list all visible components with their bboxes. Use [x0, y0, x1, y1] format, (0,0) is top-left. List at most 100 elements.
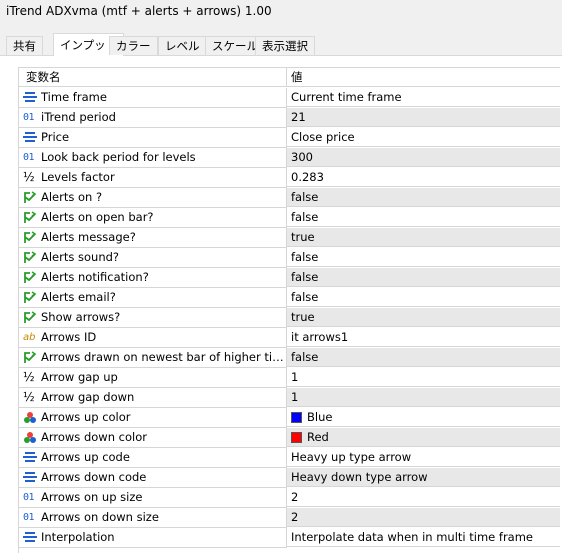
- bool-icon: [23, 271, 37, 284]
- parameter-value: Red: [307, 430, 329, 444]
- parameter-name-cell[interactable]: Arrows up code: [19, 448, 287, 468]
- int-icon: 01: [23, 492, 35, 503]
- parameter-name-cell[interactable]: Alerts notification?: [19, 268, 287, 288]
- tab-visualization[interactable]: 表示選択: [255, 36, 315, 55]
- parameter-name-cell[interactable]: Alerts sound?: [19, 248, 287, 268]
- grid-row[interactable]: Price Close price: [19, 128, 560, 148]
- parameter-value-cell[interactable]: 21: [287, 108, 560, 127]
- parameter-value-cell[interactable]: false: [287, 348, 560, 367]
- parameter-value-cell[interactable]: Close price: [287, 128, 560, 147]
- parameter-value-cell[interactable]: 300: [287, 148, 560, 167]
- color-icon: [23, 431, 37, 444]
- parameter-value-cell[interactable]: 0.283: [287, 168, 560, 187]
- grid-row[interactable]: 01 Arrows on up size 2: [19, 488, 560, 508]
- grid-row[interactable]: ½ Arrow gap down 1: [19, 388, 560, 408]
- parameter-name-cell[interactable]: Alerts message?: [19, 228, 287, 248]
- parameter-value-cell[interactable]: false: [287, 248, 560, 267]
- parameter-name-cell[interactable]: Price: [19, 128, 287, 148]
- tab-levels[interactable]: レベル: [158, 36, 207, 55]
- bool-icon: [23, 291, 37, 304]
- grid-row[interactable]: Alerts sound? false: [19, 248, 560, 268]
- parameter-name-cell[interactable]: Alerts email?: [19, 288, 287, 308]
- parameter-name: Price: [41, 130, 70, 144]
- grid-row[interactable]: Alerts notification? false: [19, 268, 560, 288]
- parameter-value-cell[interactable]: Blue: [287, 408, 560, 427]
- parameter-name: Arrow gap down: [41, 390, 135, 404]
- parameter-name-cell[interactable]: Arrows up color: [19, 408, 287, 428]
- parameter-name-cell[interactable]: Alerts on open bar?: [19, 208, 287, 228]
- parameter-value-cell[interactable]: false: [287, 288, 560, 307]
- color-swatch: [291, 412, 302, 423]
- grid-row[interactable]: Alerts email? false: [19, 288, 560, 308]
- parameter-value-cell[interactable]: 2: [287, 508, 560, 527]
- string-icon: ab: [23, 332, 36, 343]
- parameter-value: Heavy down type arrow: [291, 470, 428, 484]
- grid-row[interactable]: ½ Arrow gap up 1: [19, 368, 560, 388]
- parameter-value-cell[interactable]: 1: [287, 368, 560, 387]
- parameter-name: Arrows down code: [41, 470, 147, 484]
- parameter-name: Arrows down color: [41, 430, 147, 444]
- grid-row[interactable]: Interpolation Interpolate data when in mu…: [19, 528, 560, 548]
- parameter-value-cell[interactable]: Heavy down type arrow: [287, 468, 560, 487]
- parameter-value-cell[interactable]: false: [287, 268, 560, 287]
- parameter-name-cell[interactable]: Alerts on ?: [19, 188, 287, 208]
- grid-row[interactable]: 01 Arrows on down size 2: [19, 508, 560, 528]
- parameter-value-cell[interactable]: Interpolate data when in multi time fram…: [287, 528, 560, 547]
- grid-row[interactable]: Time frame Current time frame: [19, 88, 560, 108]
- tab-common[interactable]: 共有: [6, 36, 43, 55]
- grid-row[interactable]: 01 Look back period for levels 300: [19, 148, 560, 168]
- parameter-name-cell[interactable]: ab Arrows ID: [19, 328, 287, 348]
- parameter-value-cell[interactable]: false: [287, 208, 560, 227]
- tab-label: スケール: [212, 39, 258, 53]
- parameter-name-cell[interactable]: Arrows down code: [19, 468, 287, 488]
- parameter-value-cell[interactable]: true: [287, 228, 560, 247]
- parameter-value: false: [291, 350, 319, 364]
- parameter-value-cell[interactable]: Current time frame: [287, 88, 560, 107]
- grid-row[interactable]: Alerts on open bar? false: [19, 208, 560, 228]
- parameter-value: false: [291, 190, 319, 204]
- parameter-name-cell[interactable]: 01 Arrows on down size: [19, 508, 287, 528]
- grid-row[interactable]: 01 iTrend period 21: [19, 108, 560, 128]
- enum-icon: [23, 451, 37, 464]
- parameter-value-cell[interactable]: Heavy up type arrow: [287, 448, 560, 467]
- parameter-value-cell[interactable]: Red: [287, 428, 560, 447]
- parameter-name-cell[interactable]: 01 Arrows on up size: [19, 488, 287, 508]
- grid-row[interactable]: ab Arrows ID it arrows1: [19, 328, 560, 348]
- int-icon: 01: [23, 112, 35, 123]
- parameter-name-cell[interactable]: Interpolation: [19, 528, 287, 548]
- grid-row[interactable]: Arrows down color Red: [19, 428, 560, 448]
- parameter-value-cell[interactable]: false: [287, 188, 560, 207]
- column-header-value[interactable]: 値: [287, 68, 560, 87]
- column-header-name[interactable]: 変数名: [19, 68, 287, 87]
- parameter-name: Arrows ID: [41, 330, 97, 344]
- parameter-value-cell[interactable]: 2: [287, 488, 560, 507]
- parameter-value-cell[interactable]: true: [287, 308, 560, 327]
- parameter-name-cell[interactable]: Arrows down color: [19, 428, 287, 448]
- tab-colors[interactable]: カラー: [109, 36, 158, 55]
- parameter-name: Arrows on down size: [41, 510, 159, 524]
- parameter-name: Alerts message?: [41, 230, 136, 244]
- parameter-name-cell[interactable]: Arrows drawn on newest bar of higher tim…: [19, 348, 287, 368]
- parameter-name-cell[interactable]: ½ Arrow gap down: [19, 388, 287, 408]
- parameter-value-cell[interactable]: it arrows1: [287, 328, 560, 347]
- parameter-value: Blue: [307, 410, 333, 424]
- grid-row[interactable]: Alerts message? true: [19, 228, 560, 248]
- tab-label: カラー: [116, 39, 151, 53]
- grid-row[interactable]: Arrows drawn on newest bar of higher tim…: [19, 348, 560, 368]
- parameter-name-cell[interactable]: ½ Levels factor: [19, 168, 287, 188]
- parameter-value-cell[interactable]: 1: [287, 388, 560, 407]
- grid-row[interactable]: Arrows down code Heavy down type arrow: [19, 468, 560, 488]
- grid-row[interactable]: Show arrows? true: [19, 308, 560, 328]
- color-icon: [23, 411, 37, 424]
- grid-row[interactable]: Alerts on ? false: [19, 188, 560, 208]
- parameter-name-cell[interactable]: 01 iTrend period: [19, 108, 287, 128]
- parameter-name-cell[interactable]: Time frame: [19, 88, 287, 108]
- parameter-name-cell[interactable]: ½ Arrow gap up: [19, 368, 287, 388]
- grid-row[interactable]: ½ Levels factor 0.283: [19, 168, 560, 188]
- parameter-value: Interpolate data when in multi time fram…: [291, 530, 534, 544]
- parameter-value: Heavy up type arrow: [291, 450, 412, 464]
- parameter-name-cell[interactable]: Show arrows?: [19, 308, 287, 328]
- grid-row[interactable]: Arrows up code Heavy up type arrow: [19, 448, 560, 468]
- grid-row[interactable]: Arrows up color Blue: [19, 408, 560, 428]
- parameter-name-cell[interactable]: 01 Look back period for levels: [19, 148, 287, 168]
